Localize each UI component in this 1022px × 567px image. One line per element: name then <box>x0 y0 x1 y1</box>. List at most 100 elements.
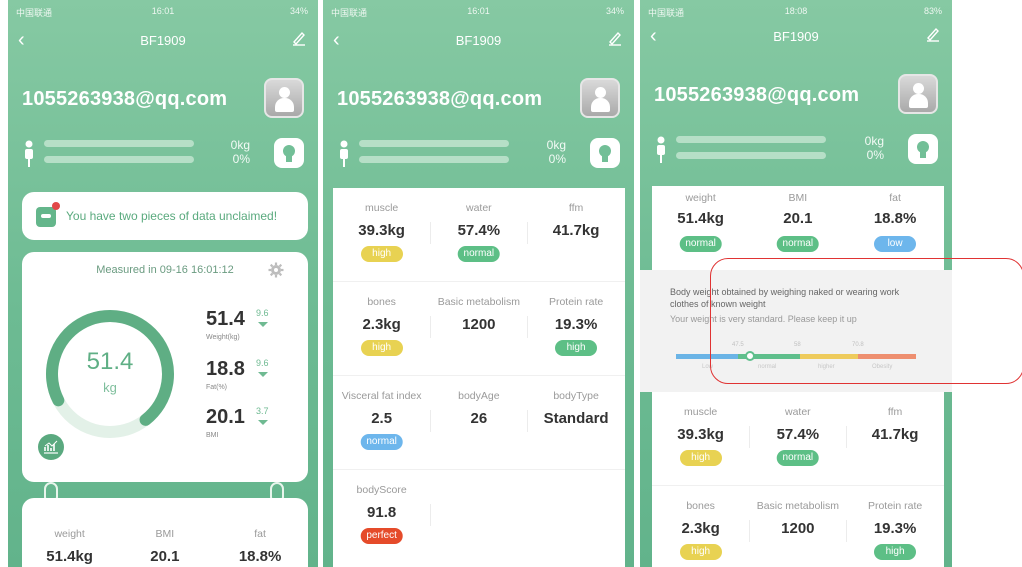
metric-label: ffm <box>887 406 903 418</box>
summary-bmi-label: BMI <box>155 528 175 540</box>
metric-value: 18.8% <box>873 210 917 227</box>
weight-goal-text: 0kg <box>230 138 250 152</box>
metric-label: weight <box>685 192 716 204</box>
body-metrics-grid: muscle 39.3kg high water 57.4% normal ff… <box>333 188 625 567</box>
medal-icon[interactable] <box>908 134 938 164</box>
metric-bones[interactable]: bones 2.3kg high <box>652 486 749 567</box>
down-arrow-icon <box>258 372 268 377</box>
battery-percent: 34% <box>289 6 308 16</box>
status-badge: high <box>679 544 722 560</box>
metric-fat-value: 18.8 <box>206 358 245 380</box>
metric-value: 19.3% <box>873 520 917 537</box>
metric-muscle[interactable]: muscle 39.3kg high <box>652 392 749 486</box>
body-metrics-grid: muscle 39.3kg high water 57.4% normal ff… <box>652 392 944 567</box>
metric-value: 91.8 <box>367 504 397 521</box>
phone-screen-home: 中国联通 16:01 34% ‹ BF1909 1055263938@qq.co… <box>8 0 318 567</box>
metric-water[interactable]: water 57.4% normal <box>749 392 846 486</box>
avatar[interactable] <box>898 74 938 114</box>
metric-water[interactable]: water 57.4% normal <box>430 188 527 282</box>
metric-value: 26 <box>470 410 488 427</box>
metric-value: 57.4% <box>776 426 820 443</box>
metric-weight-label: Weight(kg) <box>206 334 240 341</box>
metric-value: 20.1 <box>783 210 813 227</box>
metric-bmi: 20.1 3.7 BMI <box>206 406 296 446</box>
progress-bar-percent <box>359 156 509 163</box>
person-pin-icon <box>657 136 665 163</box>
status-badge: normal <box>776 236 820 252</box>
unread-dot <box>52 202 60 210</box>
metric-protein-rate[interactable]: Protein rate 19.3% high <box>527 282 624 376</box>
metrics-row: muscle 39.3kg high water 57.4% normal ff… <box>652 392 944 486</box>
gear-icon[interactable] <box>268 262 284 278</box>
metric-basic-metabolism[interactable]: Basic metabolism 1200 <box>749 486 846 567</box>
metric-label: Protein rate <box>548 296 604 308</box>
goal-progress: 0kg 0% <box>22 136 304 176</box>
clock: 16:01 <box>151 6 175 16</box>
measured-time: Measured in 09-16 16:01:12 <box>96 264 234 276</box>
percent-goal-text: 0% <box>548 152 566 166</box>
metric-label: fat <box>889 192 901 204</box>
metric-label: water <box>785 406 811 418</box>
summary-fat-value: 18.8% <box>238 548 282 565</box>
metrics-row: bodyScore 91.8 perfect <box>333 470 625 564</box>
avatar[interactable] <box>264 78 304 118</box>
summary-weight-value: 51.4kg <box>46 548 93 565</box>
metric-muscle[interactable]: muscle 39.3kg high <box>333 188 430 282</box>
edit-pencil-icon[interactable] <box>608 30 622 46</box>
metric-basic-metabolism[interactable]: Basic metabolism 1200 <box>430 282 527 376</box>
metric-body-age[interactable]: bodyAge 26 <box>430 376 527 470</box>
avatar[interactable] <box>580 78 620 118</box>
metric-label: Basic metabolism <box>756 500 839 512</box>
goal-progress: 0kg 0% <box>654 132 938 172</box>
account-email: 1055263938@qq.com <box>337 88 543 110</box>
metric-weight-value: 51.4 <box>206 308 245 330</box>
metric-ffm[interactable]: ffm 41.7kg <box>846 392 943 486</box>
metric-label: bodyScore <box>356 484 407 496</box>
divider <box>430 504 432 526</box>
status-badge: high <box>360 246 403 262</box>
metric-value: 2.3kg <box>681 520 720 537</box>
metric-label: muscle <box>364 202 399 214</box>
nav-bar: ‹ BF1909 <box>8 28 318 56</box>
nav-bar: ‹ BF1909 <box>323 28 634 56</box>
metric-bones[interactable]: bones 2.3kg high <box>333 282 430 376</box>
status-bar: 中国联通 16:01 34% <box>8 6 318 20</box>
metric-visceral-fat[interactable]: Visceral fat index 2.5 normal <box>333 376 430 470</box>
summary-weight: weight 51.4kg <box>22 498 117 567</box>
metrics-row: bones 2.3kg high Basic metabolism 1200 P… <box>652 486 944 567</box>
progress-bar-weight <box>676 136 826 143</box>
annotation-highlight-box <box>710 258 1022 384</box>
person-pin-icon <box>25 140 33 167</box>
nav-bar: ‹ BF1909 <box>640 24 952 52</box>
metric-weight: 51.4 9.6 Weight(kg) <box>206 308 296 348</box>
notice-text: You have two pieces of data unclaimed! <box>66 209 278 223</box>
metric-value: 1200 <box>462 316 496 333</box>
metric-ffm[interactable]: ffm 41.7kg <box>527 188 624 282</box>
percent-goal-text: 0% <box>866 148 884 162</box>
metric-value: 1200 <box>781 520 815 537</box>
trend-chart-button[interactable] <box>38 434 64 460</box>
metric-body-score[interactable]: bodyScore 91.8 perfect <box>333 470 430 564</box>
medal-icon[interactable] <box>590 138 620 168</box>
metrics-row: muscle 39.3kg high water 57.4% normal ff… <box>333 188 625 282</box>
status-badge: normal <box>679 236 722 252</box>
summary-fat: fat 18.8% <box>212 498 307 567</box>
page-title: BF1909 <box>140 33 186 48</box>
status-badge: high <box>874 544 917 560</box>
metric-body-type[interactable]: bodyType Standard <box>527 376 624 470</box>
medal-icon[interactable] <box>274 138 304 168</box>
summary-card: weight 51.4kg BMI 20.1 fat 18.8% <box>22 498 308 567</box>
metric-label: Visceral fat index <box>341 390 422 402</box>
progress-bar-weight <box>359 140 509 147</box>
unclaimed-data-notice[interactable]: You have two pieces of data unclaimed! <box>22 192 308 240</box>
metric-label: Protein rate <box>867 500 923 512</box>
account-email: 1055263938@qq.com <box>654 84 860 106</box>
metric-protein-rate[interactable]: Protein rate 19.3% high <box>846 486 943 567</box>
edit-pencil-icon[interactable] <box>292 30 306 46</box>
page-title: BF1909 <box>773 29 819 44</box>
metric-value: 41.7kg <box>871 426 919 443</box>
edit-pencil-icon[interactable] <box>926 26 940 42</box>
ring-weight-unit: kg <box>103 380 117 395</box>
summary-weight-label: weight <box>54 528 85 540</box>
metric-value: 39.3kg <box>358 222 405 239</box>
